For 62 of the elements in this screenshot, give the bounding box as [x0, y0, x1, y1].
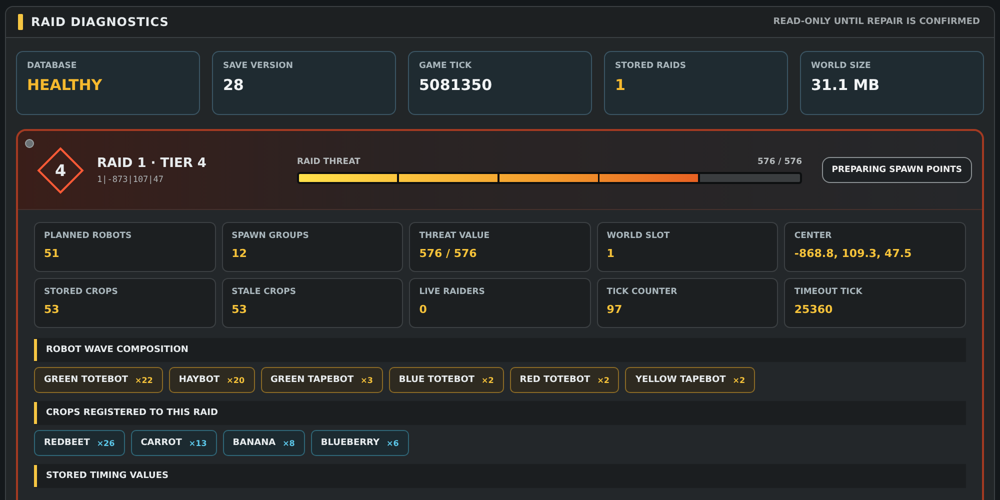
- stat-value: -868.8, 109.3, 47.5: [794, 247, 913, 260]
- stat-value: 12: [232, 247, 248, 260]
- stat-label: STORED RAIDS: [615, 61, 687, 71]
- stat-value: 97: [606, 303, 624, 316]
- stat-label: CENTER: [794, 231, 833, 241]
- stat-label: STORED CROPS: [44, 287, 119, 297]
- stat-label: LIVE RAIDERS: [419, 287, 486, 297]
- chip-label: HAYBOT: [178, 375, 220, 385]
- stat-value: 1: [615, 76, 626, 94]
- stat-value: 28: [223, 76, 245, 94]
- status-dot-icon: [25, 139, 34, 148]
- stat-label: THREAT VALUE: [419, 231, 491, 241]
- chip-label: BLUE TOTEBOT: [398, 375, 474, 385]
- stat-value: 53: [232, 303, 248, 316]
- section-title: STORED TIMING VALUES: [46, 471, 168, 481]
- stat-value: 576 / 576: [419, 247, 478, 260]
- section-title: CROPS REGISTERED TO THIS RAID: [46, 408, 218, 418]
- chip-label: BLUEBERRY: [320, 438, 380, 448]
- panel-title: RAID DIAGNOSTICS: [31, 15, 169, 29]
- stat-value: 53: [44, 303, 60, 316]
- stat-label: SPAWN GROUPS: [232, 231, 310, 241]
- accent-bar: [18, 14, 23, 30]
- stat-label: GAME TICK: [419, 61, 473, 71]
- stat-label: WORLD SLOT: [606, 231, 671, 241]
- raid-coordinates: 1|-873|107|47: [97, 174, 165, 184]
- stat-value: 0: [419, 303, 428, 316]
- chip-label: GREEN TOTEBOT: [44, 375, 128, 385]
- stat-value: 25360: [794, 303, 834, 316]
- chip-count: ×2: [597, 376, 610, 384]
- stat-value: HEALTHY: [27, 76, 104, 94]
- stat-value: 5081350: [419, 76, 494, 94]
- chip-count: ×2: [732, 376, 746, 384]
- chip-count: ×3: [360, 376, 373, 384]
- stat-label: TIMEOUT TICK: [794, 287, 864, 297]
- stat-label: TICK COUNTER: [606, 287, 678, 297]
- threat-label: RAID THREAT: [297, 156, 360, 166]
- chip-label: BANANA: [232, 438, 276, 448]
- stat-label: WORLD SIZE: [811, 61, 872, 71]
- stat-value: 51: [44, 247, 60, 260]
- chip-label: YELLOW TAPEBOT: [635, 375, 726, 385]
- chip-count: ×13: [188, 438, 207, 448]
- section-title: ROBOT WAVE COMPOSITION: [46, 345, 188, 355]
- chip-count: ×22: [135, 376, 153, 384]
- stat-label: DATABASE: [27, 61, 78, 71]
- chip-label: RED TOTEBOT: [520, 375, 590, 385]
- chip-label: GREEN TAPEBOT: [270, 375, 354, 385]
- chip-count: ×26: [96, 438, 115, 448]
- status-button[interactable]: PREPARING SPAWN POINTS: [822, 157, 972, 183]
- stat-label: STALE CROPS: [232, 287, 297, 297]
- chip-count: ×2: [481, 376, 494, 384]
- stat-value: 1: [606, 247, 616, 260]
- raid-title: RAID 1 · TIER 4: [97, 156, 208, 170]
- stat-label: PLANNED ROBOTS: [44, 231, 133, 241]
- stat-label: SAVE VERSION: [223, 61, 294, 71]
- chip-label: CARROT: [140, 438, 182, 448]
- read-only-note: READ-ONLY UNTIL REPAIR IS CONFIRMED: [773, 17, 980, 27]
- stat-value: 31.1 MB: [811, 76, 881, 94]
- threat-reading: 576 / 576: [757, 156, 802, 166]
- chip-count: ×8: [282, 438, 295, 448]
- chip-count: ×20: [226, 376, 245, 384]
- chip-count: ×6: [386, 438, 399, 448]
- chip-label: REDBEET: [44, 438, 90, 448]
